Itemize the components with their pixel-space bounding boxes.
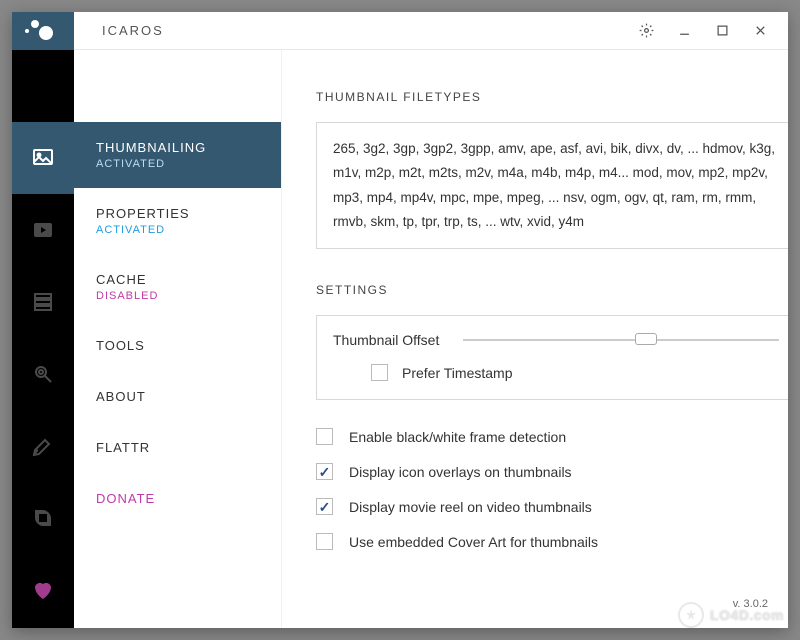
bwframe-label: Enable black/white frame detection: [349, 429, 566, 445]
menu-label: DONATE: [96, 491, 259, 506]
titlebar: ICAROS: [12, 12, 788, 50]
coverart-checkbox[interactable]: [316, 533, 333, 550]
prefer-timestamp-label: Prefer Timestamp: [402, 365, 512, 381]
window-controls: [636, 21, 788, 41]
menu-item-properties[interactable]: PROPERTIES ACTIVATED: [74, 188, 281, 254]
filetypes-textbox[interactable]: 265, 3g2, 3gp, 3gp2, 3gpp, amv, ape, asf…: [316, 122, 788, 249]
check-row-coverart: Use embedded Cover Art for thumbnails: [316, 533, 788, 550]
watermark-text: LO4D.com: [710, 607, 784, 623]
menu-label: PROPERTIES: [96, 206, 259, 221]
sidebar-icon-tools[interactable]: [12, 338, 74, 410]
moviereel-checkbox[interactable]: [316, 498, 333, 515]
settings-heading: SETTINGS: [316, 283, 788, 297]
menu-item-thumbnailing[interactable]: THUMBNAILING ACTIVATED: [74, 122, 281, 188]
menu-label: TOOLS: [96, 338, 259, 353]
icon-sidebar: [12, 50, 74, 628]
settings-gear-icon[interactable]: [636, 21, 656, 41]
overlays-checkbox[interactable]: [316, 463, 333, 480]
sidebar-icon-cache[interactable]: [12, 266, 74, 338]
overlays-label: Display icon overlays on thumbnails: [349, 464, 572, 480]
menu-item-flattr[interactable]: FLATTR: [74, 422, 281, 473]
check-row-moviereel: Display movie reel on video thumbnails: [316, 498, 788, 515]
settings-panel: Thumbnail Offset Prefer Timestamp: [316, 315, 788, 400]
sidebar-icon-flattr[interactable]: [12, 482, 74, 554]
minimize-button[interactable]: [674, 21, 694, 41]
prefer-timestamp-checkbox[interactable]: [371, 364, 388, 381]
menu-label: ABOUT: [96, 389, 259, 404]
menu-item-cache[interactable]: CACHE DISABLED: [74, 254, 281, 320]
slider-thumb[interactable]: [635, 333, 657, 345]
app-logo: [12, 12, 74, 50]
menu-status: ACTIVATED: [96, 158, 259, 170]
maximize-button[interactable]: [712, 21, 732, 41]
check-row-overlays: Display icon overlays on thumbnails: [316, 463, 788, 480]
app-title: ICAROS: [102, 23, 164, 38]
menu-label: CACHE: [96, 272, 259, 287]
check-row-bwframe: Enable black/white frame detection: [316, 428, 788, 445]
menu-label: FLATTR: [96, 440, 259, 455]
watermark-icon: [678, 602, 704, 628]
moviereel-label: Display movie reel on video thumbnails: [349, 499, 592, 515]
watermark: LO4D.com: [678, 602, 784, 628]
close-button[interactable]: [750, 21, 770, 41]
menu-column: THUMBNAILING ACTIVATED PROPERTIES ACTIVA…: [74, 50, 282, 628]
menu-status: DISABLED: [96, 290, 259, 302]
menu-label: THUMBNAILING: [96, 140, 259, 155]
sidebar-icon-properties[interactable]: [12, 194, 74, 266]
filetypes-heading: THUMBNAIL FILETYPES: [316, 90, 788, 104]
menu-item-tools[interactable]: TOOLS: [74, 320, 281, 371]
bwframe-checkbox[interactable]: [316, 428, 333, 445]
menu-item-donate[interactable]: DONATE: [74, 473, 281, 524]
offset-label: Thumbnail Offset: [333, 332, 439, 348]
menu-item-about[interactable]: ABOUT: [74, 371, 281, 422]
app-window: ICAROS: [12, 12, 788, 628]
sidebar-icon-thumbnailing[interactable]: [12, 122, 74, 194]
menu-status: ACTIVATED: [96, 224, 259, 236]
sidebar-icon-donate[interactable]: [12, 554, 74, 626]
coverart-label: Use embedded Cover Art for thumbnails: [349, 534, 598, 550]
sidebar-icon-about[interactable]: [12, 410, 74, 482]
content-pane: THUMBNAIL FILETYPES 265, 3g2, 3gp, 3gp2,…: [282, 50, 788, 628]
thumbnail-offset-slider[interactable]: [463, 333, 779, 347]
